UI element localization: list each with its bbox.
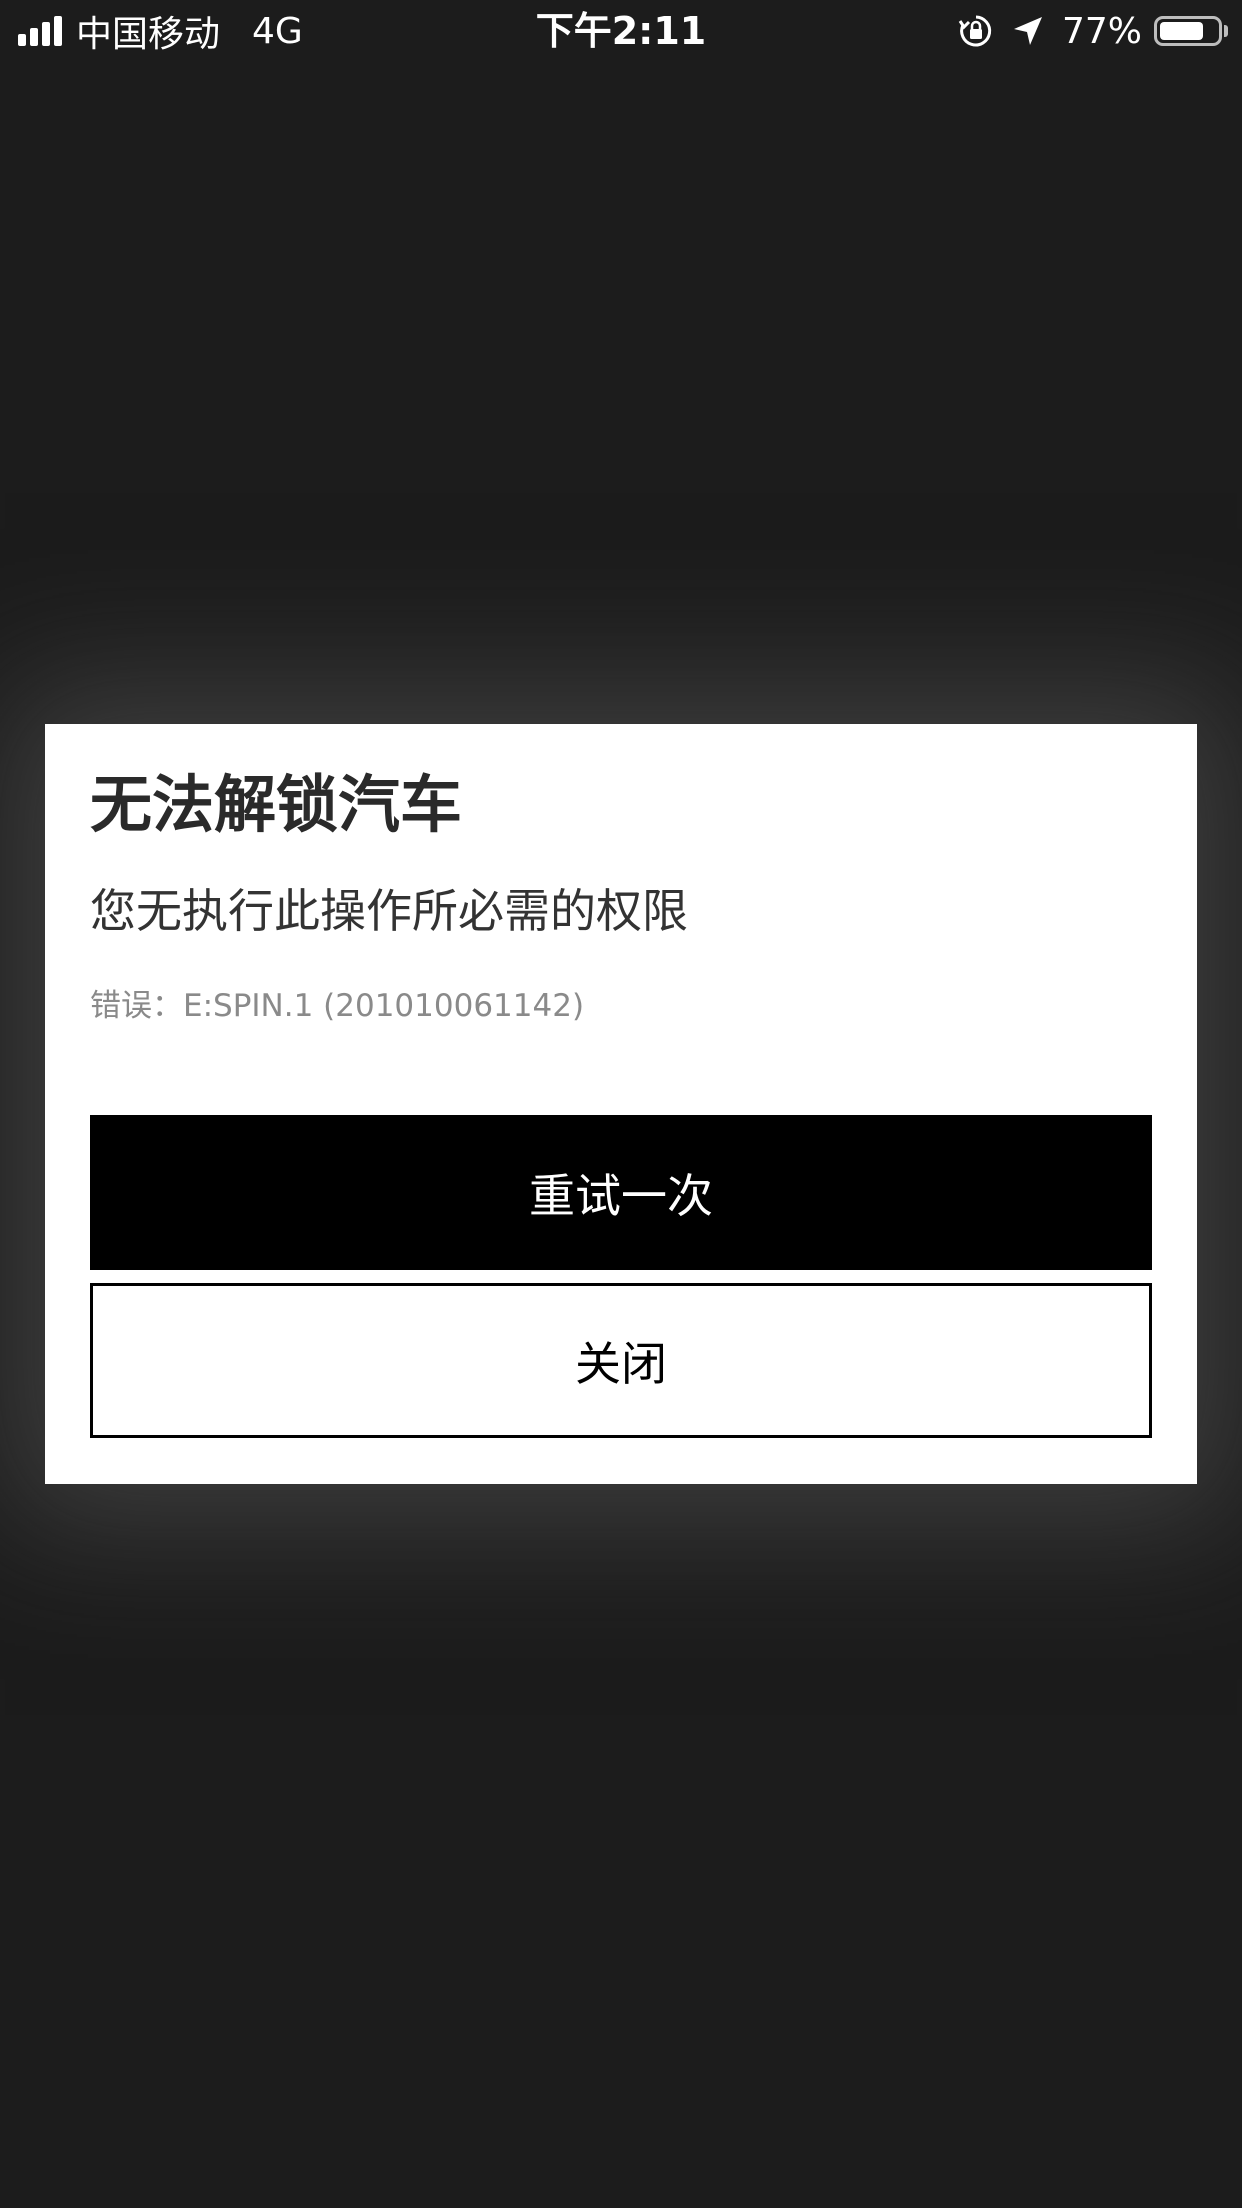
battery-icon (1154, 16, 1222, 46)
orientation-lock-icon (958, 13, 994, 49)
status-left: 中国移动 4G (18, 8, 303, 55)
battery-fill (1160, 22, 1203, 40)
error-dialog: 无法解锁汽车 您无执行此操作所必需的权限 错误：E:SPIN.1 (201010… (45, 724, 1197, 1484)
carrier-name: 中国移动 (76, 14, 221, 55)
battery-percent: 77% (1061, 10, 1142, 52)
signal-icon (18, 16, 66, 46)
status-bar: 中国移动 4G 下午2:11 77% (0, 0, 1242, 62)
dialog-message: 您无执行此操作所必需的权限 (90, 884, 688, 938)
location-arrow-icon (1012, 15, 1044, 47)
error-code: 错误：E:SPIN.1 (201010061142) (90, 988, 585, 1024)
app-screen: 中国移动 4G 下午2:11 77% 无法解锁汽车 您无执行此操作所必需的权限 … (0, 0, 1242, 2208)
retry-button[interactable]: 重试一次 (90, 1115, 1152, 1270)
close-button[interactable]: 关闭 (90, 1283, 1152, 1438)
network-type: 4G (252, 10, 303, 52)
dialog-title: 无法解锁汽车 (90, 768, 463, 841)
battery-cap (1224, 25, 1228, 37)
close-button-label: 关闭 (575, 1336, 667, 1391)
status-right: 77% (958, 8, 1228, 54)
retry-button-label: 重试一次 (529, 1168, 713, 1223)
